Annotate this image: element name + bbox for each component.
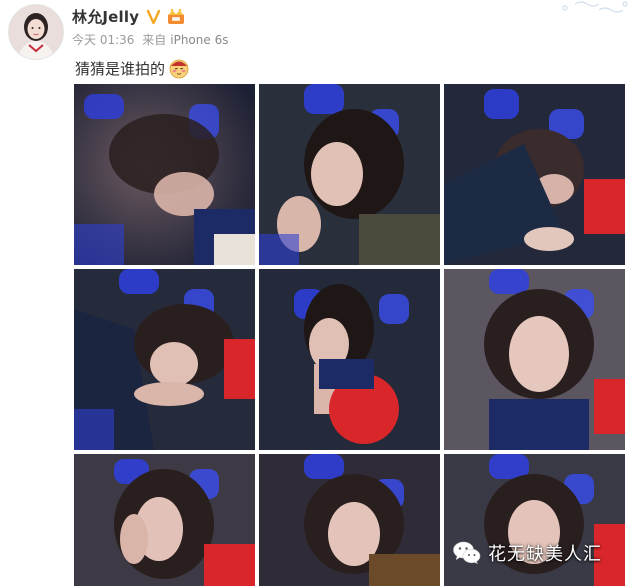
avatar-image [9,5,63,59]
author-row: 林允Jelly [72,5,186,27]
post-content: 猜猜是谁拍的 [75,55,190,81]
photo-4[interactable] [74,269,255,450]
post-text: 猜猜是谁拍的 [75,59,166,78]
author-name[interactable]: 林允Jelly [72,6,139,27]
post-time[interactable]: 今天 01:36 [72,33,134,47]
watermark-text: 花无缺美人汇 [488,544,602,565]
photo-1[interactable] [74,84,255,265]
photo-5[interactable] [259,269,440,450]
verified-badge-icon[interactable] [145,8,162,25]
watermark: 花无缺美人汇 [452,538,602,568]
photo-6[interactable] [444,269,625,450]
avatar[interactable] [8,4,64,60]
weibo-post: 林允Jelly 今天 01:36 来自 iPhone 6s 猜猜是谁拍的 花无缺… [0,0,635,586]
corner-decoration [562,1,628,13]
post-meta: 今天 01:36 来自 iPhone 6s [72,31,232,48]
wechat-icon [453,541,481,564]
vip-crown-icon[interactable] [166,8,186,25]
photo-grid [74,84,625,586]
photo-3[interactable] [444,84,625,265]
photo-7[interactable] [74,454,255,586]
shy-face-emoji-icon [169,59,189,79]
photo-8[interactable] [259,454,440,586]
post-device[interactable]: iPhone 6s [170,33,228,47]
photo-2[interactable] [259,84,440,265]
post-source-prefix: 来自 [142,33,167,47]
